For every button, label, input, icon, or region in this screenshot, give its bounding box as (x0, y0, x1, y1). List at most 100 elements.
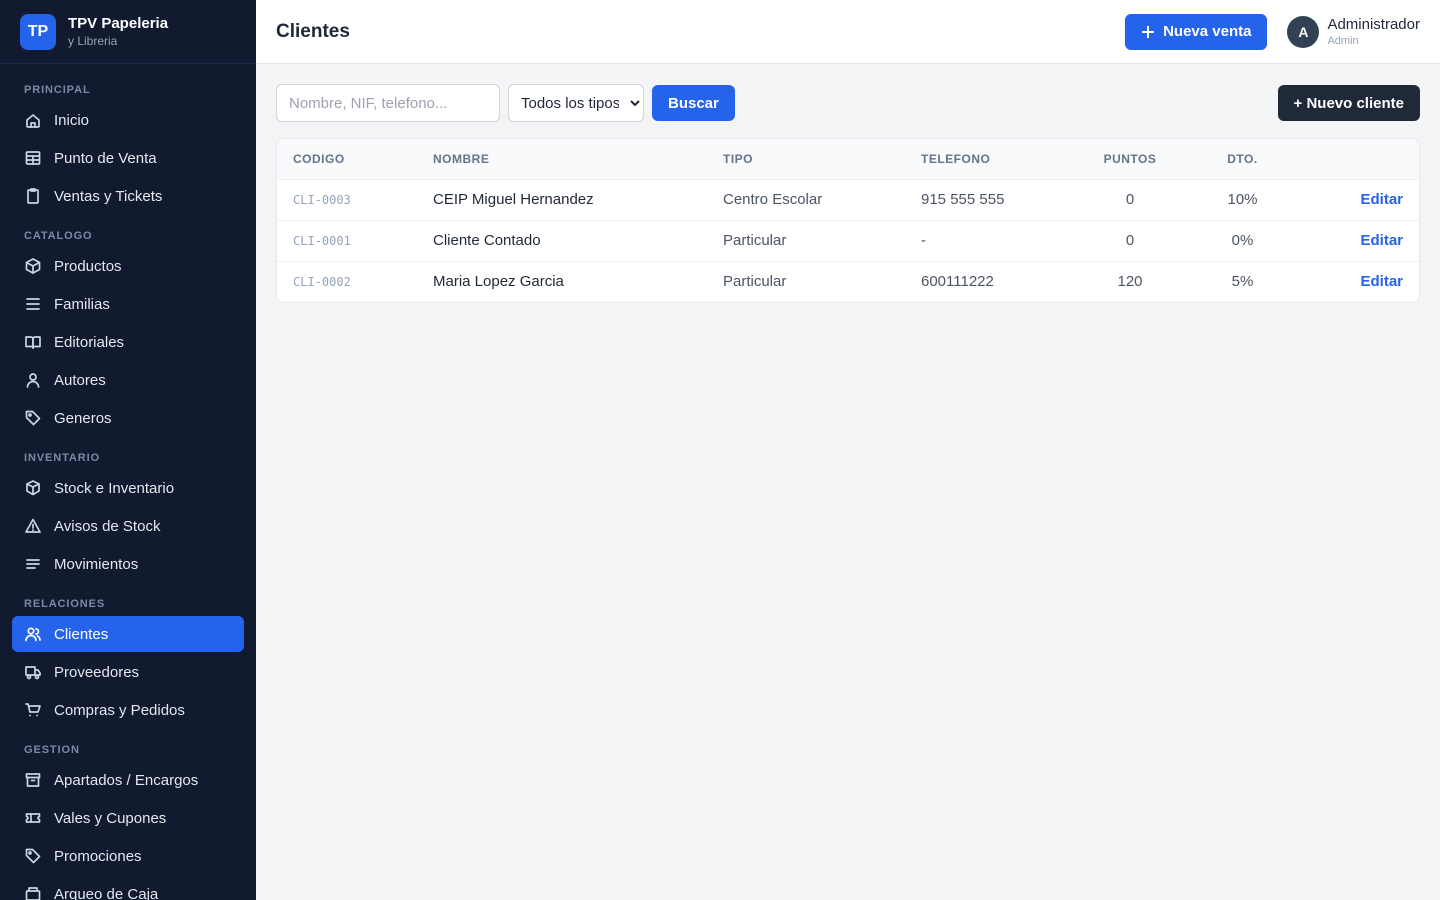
sidebar-item-compras-y-pedidos[interactable]: Compras y Pedidos (12, 692, 244, 728)
new-sale-button[interactable]: Nueva venta (1125, 13, 1268, 50)
users-icon (24, 625, 42, 643)
register-icon (24, 885, 42, 900)
cell-name: CEIP Miguel Hernandez (417, 178, 707, 220)
sidebar-item-productos[interactable]: Productos (12, 248, 244, 284)
col-header-code: CODIGO (293, 151, 345, 166)
sidebar-item-label: Proveedores (54, 663, 140, 681)
cell-phone: 915 555 555 (905, 178, 1070, 220)
table-header-row: CODIGO NOMBRE TIPO TELEFONO PUNTOS DTO. (277, 139, 1419, 179)
lines-icon (24, 555, 42, 573)
cell-points: 0 (1070, 219, 1190, 261)
ticket-icon (24, 809, 42, 827)
user-icon (24, 371, 42, 389)
truck-icon (24, 663, 42, 681)
brand-logo: TP (20, 13, 56, 50)
pos-icon (24, 149, 42, 167)
cell-actions: Editar (1295, 219, 1419, 261)
edit-link[interactable]: Editar (1360, 273, 1403, 290)
sidebar-item-arqueo-de-caja[interactable]: Arqueo de Caja (12, 876, 244, 900)
sidebar-item-apartados-encargos[interactable]: Apartados / Encargos (12, 762, 244, 798)
col-header-type: TIPO (723, 151, 754, 166)
col-header-discount: DTO. (1227, 151, 1258, 166)
cube-icon (24, 479, 42, 497)
sidebar-item-label: Stock e Inventario (54, 479, 175, 497)
sidebar-item-proveedores[interactable]: Proveedores (12, 654, 244, 690)
cell-type: Centro Escolar (707, 178, 905, 220)
clients-table: CODIGO NOMBRE TIPO TELEFONO PUNTOS DTO. … (277, 139, 1419, 302)
tag-icon (24, 847, 42, 865)
col-header-points: PUNTOS (1103, 151, 1157, 166)
sidebar-item-label: Movimientos (54, 555, 139, 573)
new-client-button[interactable]: + Nuevo cliente (1277, 85, 1420, 121)
sidebar-item-label: Vales y Cupones (54, 809, 167, 827)
sidebar-item-autores[interactable]: Autores (12, 362, 244, 398)
cart-icon (24, 701, 42, 719)
user-name: Administrador (1327, 15, 1420, 33)
box-icon (24, 257, 42, 275)
sidebar-item-punto-de-venta[interactable]: Punto de Venta (12, 140, 244, 176)
top-header: Clientes Nueva venta A Administrador Adm… (256, 0, 1440, 64)
user-menu[interactable]: A Administrador Admin (1287, 15, 1420, 48)
cell-discount: 10% (1190, 178, 1295, 220)
col-header-name: NOMBRE (433, 151, 490, 166)
sidebar-item-label: Punto de Venta (54, 149, 157, 167)
tag-icon (24, 409, 42, 427)
search-input[interactable] (276, 84, 500, 122)
sidebar-section-catalogo: CATALOGO (24, 230, 93, 242)
book-icon (24, 333, 42, 351)
sidebar-item-label: Editoriales (54, 333, 125, 351)
cell-name: Cliente Contado (417, 219, 707, 261)
table-row: CLI-0003 CEIP Miguel Hernandez Centro Esco… (277, 178, 1419, 220)
cell-discount: 5% (1190, 260, 1295, 302)
sidebar-item-generos[interactable]: Generos (12, 400, 244, 436)
main-content: Todos los tipos Buscar + Nuevo cliente C… (276, 84, 1420, 303)
clipboard-icon (24, 187, 42, 205)
table-row: CLI-0001 Cliente Contado Particular -0 0% Edi… (277, 219, 1419, 261)
sidebar-item-inicio[interactable]: Inicio (12, 102, 244, 138)
edit-link[interactable]: Editar (1360, 232, 1403, 249)
cell-phone: 600111222 (905, 260, 1070, 302)
sidebar-item-label: Ventas y Tickets (54, 187, 163, 205)
sidebar-nav: PRINCIPAL Inicio Punto de Venta Ventas y Ti… (0, 64, 256, 900)
page-title: Clientes (276, 20, 350, 42)
user-role: Admin (1327, 34, 1359, 47)
sidebar-item-stock-e-inventario[interactable]: Stock e Inventario (12, 470, 244, 506)
cell-type: Particular (707, 260, 905, 302)
plus-icon (1141, 25, 1155, 39)
cell-type: Particular (707, 219, 905, 261)
sidebar-item-clientes[interactable]: Clientes (12, 616, 244, 652)
type-filter-select[interactable]: Todos los tipos (508, 84, 644, 122)
sidebar-item-avisos-de-stock[interactable]: Avisos de Stock (12, 508, 244, 544)
sidebar-item-label: Arqueo de Caja (54, 885, 159, 900)
sidebar-item-vales-y-cupones[interactable]: Vales y Cupones (12, 800, 244, 836)
cell-actions: Editar (1295, 260, 1419, 302)
sidebar-item-label: Avisos de Stock (54, 517, 161, 535)
sidebar-item-movimientos[interactable]: Movimientos (12, 546, 244, 582)
sidebar-item-label: Autores (54, 371, 106, 389)
sidebar-item-label: Apartados / Encargos (54, 771, 199, 789)
sidebar: TP TPV Papeleria y Libreria PRINCIPAL Ini… (0, 0, 256, 900)
sidebar-item-ventas-y-tickets[interactable]: Ventas y Tickets (12, 178, 244, 214)
clients-table-card: CODIGO NOMBRE TIPO TELEFONO PUNTOS DTO. … (276, 138, 1420, 303)
brand-subtitle: y Libreria (68, 33, 118, 48)
new-sale-label: Nueva venta (1163, 23, 1252, 40)
sidebar-item-familias[interactable]: Familias (12, 286, 244, 322)
sidebar-item-editoriales[interactable]: Editoriales (12, 324, 244, 360)
edit-link[interactable]: Editar (1360, 191, 1403, 208)
warning-icon (24, 517, 42, 535)
table-row: CLI-0002 Maria Lopez Garcia Particular 6001… (277, 260, 1419, 302)
sidebar-item-promociones[interactable]: Promociones (12, 838, 244, 874)
col-header-phone: TELEFONO (921, 151, 991, 166)
sidebar-item-label: Productos (54, 257, 122, 275)
brand-title: TPV Papeleria (68, 14, 169, 32)
list-icon (24, 295, 42, 313)
search-button[interactable]: Buscar (652, 85, 735, 121)
sidebar-item-label: Clientes (54, 625, 109, 643)
cell-code: CLI-0002 (277, 260, 417, 302)
avatar: A (1287, 15, 1320, 48)
col-header-actions (1295, 139, 1419, 179)
filter-toolbar: Todos los tipos Buscar + Nuevo cliente (276, 84, 1420, 122)
sidebar-section-gestion: GESTION (24, 744, 80, 756)
cell-points: 120 (1070, 260, 1190, 302)
archive-icon (24, 771, 42, 789)
